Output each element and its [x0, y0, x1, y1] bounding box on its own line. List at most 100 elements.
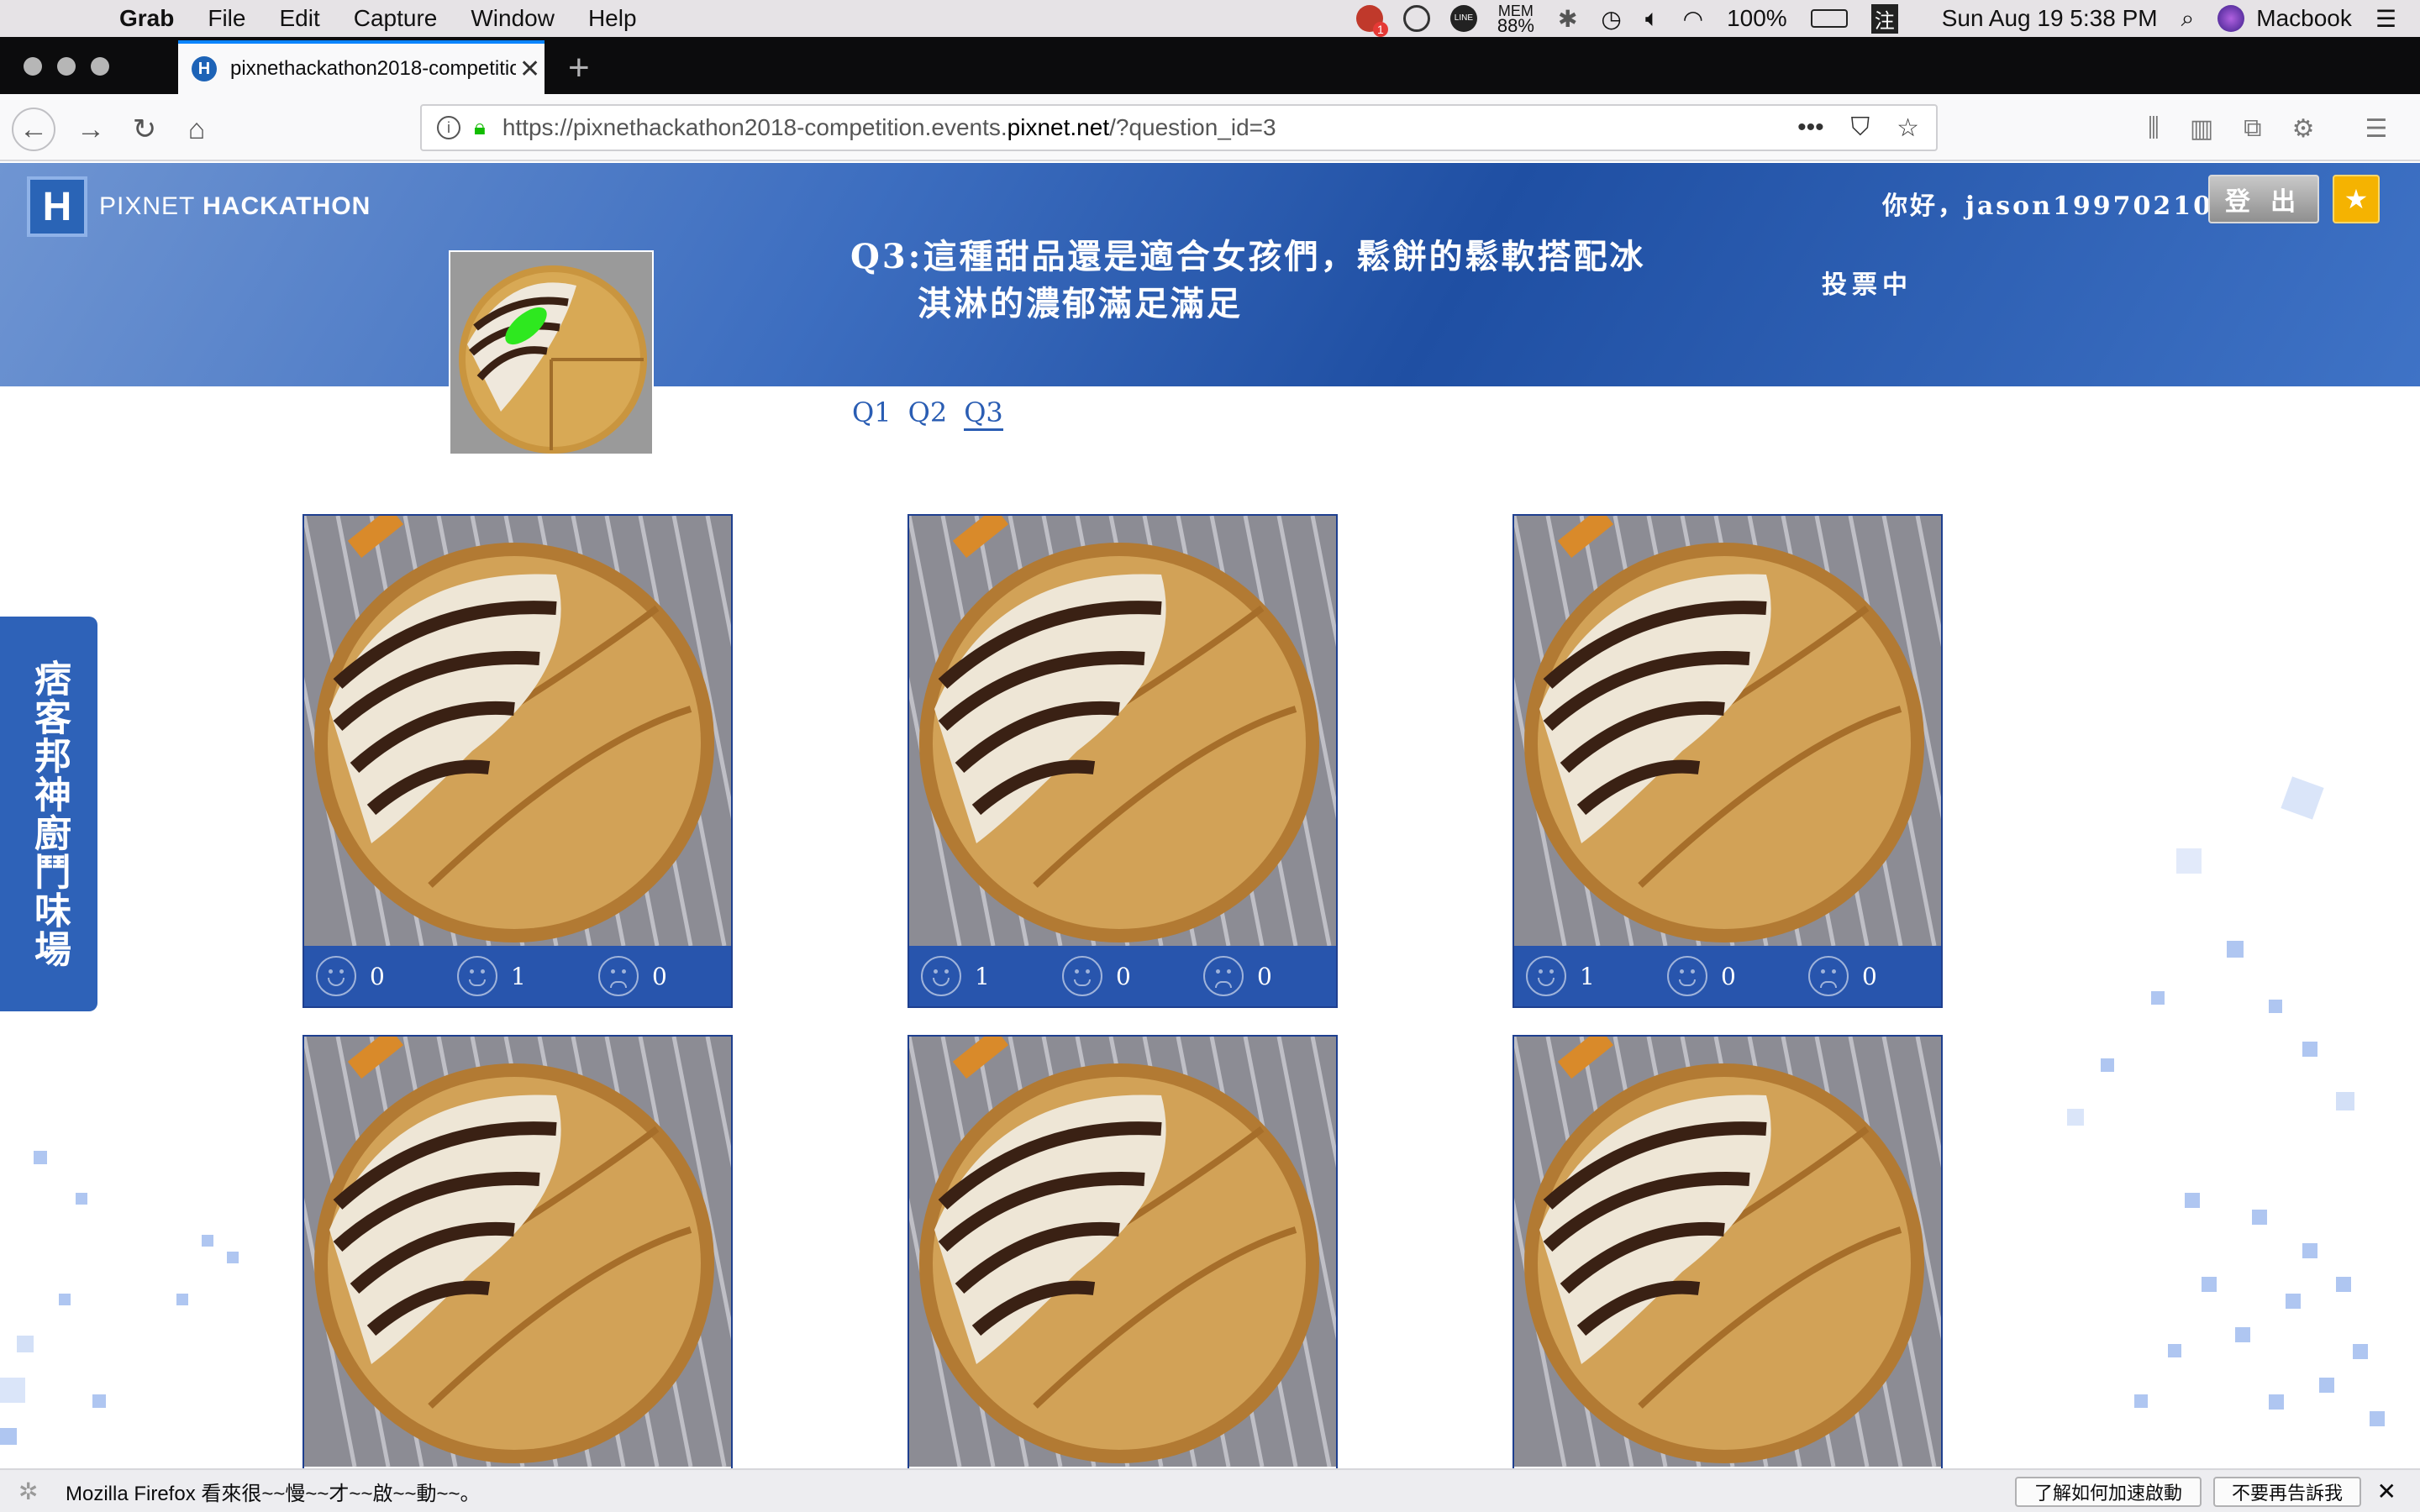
laughing-face-icon[interactable] — [921, 956, 961, 996]
entry-image[interactable] — [1514, 1037, 1941, 1467]
back-button[interactable]: ← — [12, 108, 55, 151]
question-title-line1: Q3:這種甜品還是適合女孩們，鬆餅的鬆軟搭配冰 — [850, 237, 1646, 276]
menubar-status-area: 1 LINE MEM 88% ✱ ◷ 🔈︎ ◠ 100% 注 Sun Aug 19… — [1355, 0, 2420, 37]
menu-file[interactable]: File — [208, 5, 245, 32]
notification-center-icon[interactable]: ☰ — [2375, 5, 2396, 33]
entry-card[interactable] — [302, 1035, 733, 1472]
tab-close-icon[interactable]: ✕ — [519, 55, 540, 84]
reaction-count: 1 — [1580, 962, 1595, 990]
input-method-indicator[interactable]: 注 — [1870, 3, 1898, 34]
smiling-face-icon[interactable] — [457, 956, 497, 996]
home-button[interactable]: ⌂ — [175, 108, 218, 151]
laughing-face-icon[interactable] — [1526, 956, 1566, 996]
time-machine-icon[interactable]: ◷ — [1601, 5, 1621, 33]
menu-help[interactable]: Help — [588, 5, 637, 32]
extension-icon[interactable]: ⚙ — [2292, 114, 2315, 144]
dont-tell-again-button[interactable]: 不要再告訴我 — [2213, 1477, 2361, 1507]
logo-mark-icon: H — [27, 176, 87, 237]
smiling-face-icon[interactable] — [1667, 956, 1707, 996]
question-link-q1[interactable]: Q1 — [852, 396, 892, 431]
sidebar-icon[interactable]: ▥ — [2190, 114, 2213, 144]
reaction-smile[interactable]: 0 — [1050, 956, 1192, 996]
url-bar-tools: ••• ⛉ ☆ — [1797, 113, 1919, 143]
clock[interactable]: Sun Aug 19 5:38 PM — [1942, 5, 2158, 32]
library-icon[interactable]: ⫼ — [2148, 114, 2160, 144]
learn-speedup-button[interactable]: 了解如何加速啟動 — [2015, 1477, 2202, 1507]
menu-capture[interactable]: Capture — [354, 5, 438, 32]
question-link-q2[interactable]: Q2 — [908, 396, 948, 431]
question-thumbnail — [449, 250, 654, 455]
entry-image[interactable] — [304, 516, 731, 946]
reaction-sad[interactable]: 0 — [1192, 956, 1333, 996]
menu-edit[interactable]: Edit — [279, 5, 319, 32]
reload-button[interactable]: ↻ — [123, 108, 166, 151]
notification-message: Mozilla Firefox 看來很~~慢~~才~~啟~~動~~。 — [66, 1482, 481, 1505]
laughing-face-icon[interactable] — [316, 956, 356, 996]
user-name[interactable]: Macbook — [2256, 5, 2352, 32]
reaction-big[interactable]: 1 — [1514, 956, 1655, 996]
entry-card[interactable] — [1512, 1035, 1943, 1472]
siri-icon[interactable] — [2217, 5, 2245, 32]
menu-app-name[interactable]: Grab — [119, 5, 174, 32]
smiling-face-icon[interactable] — [1062, 956, 1102, 996]
wifi-icon[interactable]: ◠ — [1683, 5, 1703, 33]
entry-card[interactable]: 1 0 0 — [908, 514, 1338, 1008]
reaction-bar: 0 1 0 — [304, 946, 731, 1006]
sad-face-icon[interactable] — [1203, 956, 1244, 996]
user-greeting: 你好，jason19970210 — [1882, 192, 2213, 221]
entry-image[interactable] — [1514, 516, 1941, 946]
url-text[interactable]: https://pixnethackathon2018-competition.… — [502, 114, 1276, 141]
reaction-big[interactable]: 0 — [304, 956, 445, 996]
line-app-icon[interactable]: LINE — [1449, 5, 1477, 32]
battery-icon[interactable] — [1810, 9, 1848, 28]
bluetooth-icon[interactable]: ✱ — [1558, 5, 1577, 33]
site-info-icon[interactable]: i — [437, 116, 460, 139]
volume-icon[interactable]: 🔈︎ — [1645, 5, 1660, 33]
entry-card[interactable]: 0 1 0 — [302, 514, 733, 1008]
reaction-smile[interactable]: 0 — [1655, 956, 1797, 996]
url-host: pixnet.net — [1007, 114, 1110, 140]
reaction-smile[interactable]: 1 — [445, 956, 587, 996]
notification-close-icon[interactable]: ✕ — [2377, 1478, 2396, 1505]
entry-card[interactable] — [908, 1035, 1338, 1472]
page-actions-icon[interactable]: ••• — [1797, 113, 1824, 143]
question-nav: Q1 Q2 Q3 — [852, 396, 1003, 431]
sad-face-icon[interactable] — [598, 956, 639, 996]
pocket-icon[interactable]: ⛉ — [1851, 113, 1870, 143]
pixnet-hackathon-logo[interactable]: H PIXNET HACKATHON — [27, 176, 371, 237]
notification-app-icon[interactable]: 1 — [1355, 5, 1388, 37]
url-prefix: https://pixnethackathon2018-competition.… — [502, 114, 1007, 140]
spotlight-search-icon[interactable]: ⌕ — [2181, 5, 2195, 33]
reaction-sad[interactable]: 0 — [587, 956, 728, 996]
logout-button[interactable]: 登 出 — [2208, 175, 2319, 223]
browser-tab-active[interactable]: H pixnethackathon2018-competition ✕ — [178, 40, 544, 94]
reaction-count: 0 — [1862, 962, 1877, 990]
question-link-q3[interactable]: Q3 — [964, 396, 1003, 431]
browser-tab-bar: H pixnethackathon2018-competition ✕ + — [0, 37, 2420, 94]
entry-image[interactable] — [304, 1037, 731, 1467]
window-zoom-button[interactable] — [91, 57, 109, 76]
window-minimize-button[interactable] — [57, 57, 76, 76]
sync-tabs-icon[interactable]: ⧉ — [2244, 114, 2261, 144]
menu-window[interactable]: Window — [471, 5, 555, 32]
entry-card[interactable]: 1 0 0 — [1512, 514, 1943, 1008]
logo-text-pixnet: PIXNET — [99, 192, 203, 220]
reaction-sad[interactable]: 0 — [1797, 956, 1938, 996]
new-tab-icon[interactable]: + — [568, 47, 590, 89]
window-close-button[interactable] — [24, 57, 42, 76]
speedometer-icon[interactable] — [1402, 5, 1430, 32]
reaction-big[interactable]: 1 — [909, 956, 1050, 996]
side-tab-game-title[interactable]: 痞客邦神廚鬥味場 — [0, 617, 97, 1011]
memory-indicator[interactable]: MEM 88% — [1497, 3, 1534, 35]
url-bar[interactable]: i 🔒︎ https://pixnethackathon2018-competi… — [420, 104, 1938, 151]
voting-status: 投票中 — [1822, 270, 1912, 300]
entry-image[interactable] — [909, 516, 1336, 946]
battery-percent[interactable]: 100% — [1727, 5, 1787, 32]
sad-face-icon[interactable] — [1808, 956, 1849, 996]
entry-image[interactable] — [909, 1037, 1336, 1467]
favorite-star-button[interactable]: ★ — [2333, 175, 2380, 223]
toolbar-right: ⫼ ▥ ⧉ ⚙ ☰ — [2148, 114, 2387, 144]
bookmark-star-icon[interactable]: ☆ — [1897, 113, 1919, 143]
forward-button[interactable]: → — [69, 108, 113, 151]
hamburger-menu-icon[interactable]: ☰ — [2365, 114, 2388, 144]
